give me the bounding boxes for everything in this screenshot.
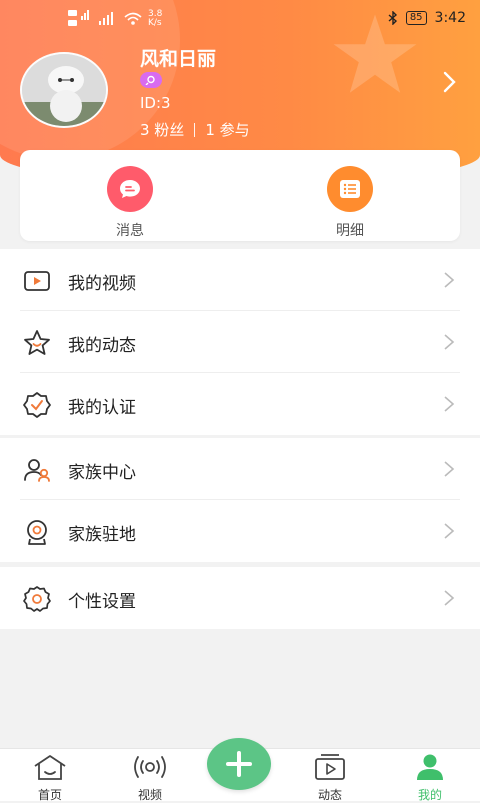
wifi-icon — [124, 12, 142, 25]
menu-group-family: 家族中心 家族驻地 — [0, 438, 480, 562]
menu-item-label: 我的视频 — [68, 274, 136, 294]
menu-item-my-videos[interactable]: 我的视频 — [0, 249, 480, 311]
menu-item-personal-settings[interactable]: 个性设置 — [0, 567, 480, 629]
user-icon — [417, 754, 443, 780]
chevron-right-icon — [444, 396, 455, 412]
vip-badge-icon — [140, 72, 162, 88]
battery-level: 85 — [405, 11, 427, 25]
star-icon — [24, 330, 50, 355]
avatar[interactable] — [20, 52, 108, 128]
menu-item-my-posts[interactable]: 我的动态 — [0, 311, 480, 373]
details-button[interactable]: 明细 — [310, 166, 390, 240]
settings-icon — [23, 586, 51, 612]
messages-label: 消息 — [116, 223, 144, 239]
tab-label: 我的 — [417, 788, 442, 802]
location-icon — [27, 520, 47, 545]
signal-icon — [68, 10, 89, 26]
network-speed: 3.8 K/s — [148, 9, 163, 28]
family-icon — [24, 459, 50, 482]
chevron-right-icon — [444, 334, 455, 350]
chevron-right-icon — [444, 272, 455, 288]
bluetooth-icon — [388, 11, 397, 25]
profile-chevron-right-icon[interactable] — [440, 70, 460, 94]
user-name: 风和日丽 — [140, 48, 217, 70]
plus-icon — [226, 751, 252, 777]
messages-button[interactable]: 消息 — [90, 166, 170, 240]
menu-item-family-center[interactable]: 家族中心 — [0, 438, 480, 500]
user-stats: 3 粉丝 1 参与 — [140, 119, 250, 140]
home-icon — [34, 755, 66, 780]
tab-posts[interactable]: 动态 — [300, 753, 360, 803]
signal-2-icon — [99, 12, 113, 25]
user-id: ID:3 — [140, 94, 171, 112]
menu-group-settings: 个性设置 — [0, 567, 480, 629]
tab-label: 动态 — [317, 788, 342, 802]
chevron-right-icon — [444, 523, 455, 539]
menu-item-label: 我的动态 — [68, 336, 136, 356]
chevron-right-icon — [444, 461, 455, 477]
participation-count[interactable]: 1 参与 — [205, 119, 249, 140]
menu-item-label: 家族驻地 — [68, 525, 136, 545]
message-icon — [107, 166, 153, 212]
list-icon — [327, 166, 373, 212]
tab-mine[interactable]: 我的 — [400, 753, 460, 803]
menu-item-family-base[interactable]: 家族驻地 — [0, 500, 480, 562]
clock: 3:42 — [434, 10, 466, 26]
quick-actions-card: 消息 明细 — [20, 150, 460, 241]
menu-item-my-verification[interactable]: 我的认证 — [0, 373, 480, 435]
details-label: 明细 — [336, 223, 364, 239]
avatar-image — [22, 54, 106, 126]
fans-count[interactable]: 3 粉丝 — [140, 119, 184, 140]
stats-divider — [194, 122, 196, 137]
badge-check-icon — [23, 392, 51, 418]
play-icon — [315, 754, 345, 780]
chevron-right-icon — [444, 590, 455, 606]
menu-item-label: 家族中心 — [68, 463, 136, 483]
menu-group-content: 我的视频 我的动态 我的认证 — [0, 249, 480, 435]
add-button[interactable] — [207, 738, 271, 790]
tab-label: 首页 — [37, 788, 62, 802]
menu-item-label: 个性设置 — [68, 592, 136, 612]
menu-item-label: 我的认证 — [68, 398, 136, 418]
live-icon — [134, 756, 166, 778]
tab-home[interactable]: 首页 — [20, 753, 80, 803]
tab-label: 视频 — [137, 788, 162, 802]
status-bar: 3.8 K/s 85 3:42 — [0, 8, 480, 32]
video-icon — [24, 271, 50, 291]
tab-video[interactable]: 视频 — [120, 753, 180, 803]
